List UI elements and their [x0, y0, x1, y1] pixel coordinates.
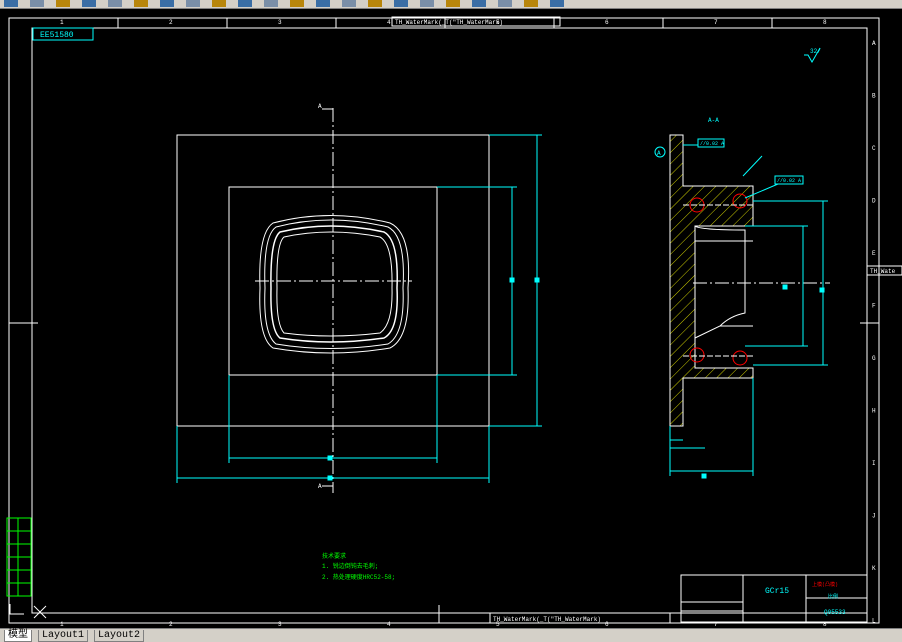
section-mark-bottom: A: [318, 483, 322, 490]
row-label: L: [872, 618, 876, 625]
bulb-icon[interactable]: [472, 0, 486, 7]
drawing-canvas[interactable]: 1122334455667788 ABCDEFGHIJKL EE51580 TH…: [0, 8, 902, 628]
column-label: 8: [823, 19, 827, 26]
notes-line-2: 2. 热处理硬度HRC52-58;: [322, 573, 395, 581]
section-mark-top: A: [318, 103, 322, 110]
new-icon[interactable]: [4, 0, 18, 7]
column-label: 3: [278, 19, 282, 26]
column-label: 2: [169, 621, 173, 628]
zoom-realtime-icon[interactable]: [290, 0, 304, 7]
properties-icon[interactable]: [368, 0, 382, 7]
row-label: B: [872, 93, 876, 100]
cavity-outline-inner: [276, 231, 393, 337]
column-labels: 1122334455667788: [60, 18, 827, 628]
print-icon[interactable]: [82, 0, 96, 7]
side-table: [6, 517, 32, 597]
row-label: C: [872, 145, 876, 152]
column-label: 3: [278, 621, 282, 628]
row-labels: A B C D E F G H I J K L: [872, 40, 876, 625]
preview-icon[interactable]: [108, 0, 122, 7]
title-drawing-no: Q05533: [824, 609, 846, 616]
hole-bottom-right: [732, 350, 748, 366]
section-view: A-A A //0.02 A //0.02 A: [654, 117, 830, 427]
title-block: GCr15 上模(凸模) 比例 Q05533: [680, 574, 868, 623]
column-label: 1: [60, 19, 64, 26]
row-label: E: [872, 250, 876, 257]
sheet-outer-border: [8, 17, 880, 624]
pan-icon[interactable]: [264, 0, 278, 7]
row-label: F: [872, 303, 876, 310]
layout-tabs: 模型 Layout1 Layout2: [0, 628, 902, 642]
cavity-outline-outer: [259, 215, 410, 354]
tolerance-1: //0.02 A: [700, 141, 724, 147]
watermark-side: TH_Wate: [870, 268, 896, 275]
title-material: GCr15: [765, 587, 789, 596]
notes-line-1: 1. 锐边倒钝去毛刺;: [322, 562, 378, 570]
sheet-inner-border: [31, 27, 868, 614]
section-profile: [694, 225, 746, 339]
redo-icon[interactable]: [238, 0, 252, 7]
tool-palette-icon[interactable]: [420, 0, 434, 7]
title-part-name: 上模(凸模): [812, 581, 838, 588]
column-label: 6: [605, 19, 609, 26]
tolerance-2: //0.02 A: [777, 178, 801, 184]
column-label: 4: [387, 621, 391, 628]
sun-icon[interactable]: [498, 0, 512, 7]
tab-layout2[interactable]: Layout2: [94, 630, 145, 642]
datum-label: A: [657, 150, 661, 157]
undo-icon[interactable]: [212, 0, 226, 7]
cut-icon[interactable]: [134, 0, 148, 7]
column-label: 1: [60, 621, 64, 628]
row-label: J: [872, 513, 876, 520]
tab-模型[interactable]: 模型: [4, 630, 32, 642]
cavity-outline-3: [270, 225, 398, 343]
plan-view: A A: [176, 103, 490, 493]
paste-icon[interactable]: [186, 0, 200, 7]
title-scale: 比例: [828, 593, 838, 600]
row-label: G: [872, 355, 876, 362]
zoom-window-icon[interactable]: [316, 0, 330, 7]
layer-icon[interactable]: [446, 0, 460, 7]
notes-title: 技术要求: [322, 552, 346, 560]
watermark-bottom: TH_WaterMark(_T("TH_WaterMark): [493, 616, 601, 623]
section-hatch-body: [669, 134, 754, 427]
drawing-number: EE51580: [40, 31, 74, 40]
copy-icon[interactable]: [160, 0, 174, 7]
lock-icon[interactable]: [524, 0, 538, 7]
save-icon[interactable]: [56, 0, 70, 7]
zoom-previous-icon[interactable]: [342, 0, 356, 7]
row-label: A: [872, 40, 876, 47]
column-label: 4: [387, 19, 391, 26]
watermark-top: TH_WaterMark(_T("TH_WaterMark): [395, 19, 503, 26]
open-icon[interactable]: [30, 0, 44, 7]
tab-layout1[interactable]: Layout1: [38, 630, 89, 642]
design-center-icon[interactable]: [394, 0, 408, 7]
column-label: 2: [169, 19, 173, 26]
ucs-icon: [9, 604, 47, 619]
row-label: D: [872, 198, 876, 205]
color-icon[interactable]: [550, 0, 564, 7]
row-label: K: [872, 565, 876, 572]
row-label: I: [872, 460, 876, 467]
row-label: H: [872, 408, 876, 415]
column-label: 6: [605, 621, 609, 628]
section-title: A-A: [708, 117, 719, 124]
column-label: 7: [714, 19, 718, 26]
